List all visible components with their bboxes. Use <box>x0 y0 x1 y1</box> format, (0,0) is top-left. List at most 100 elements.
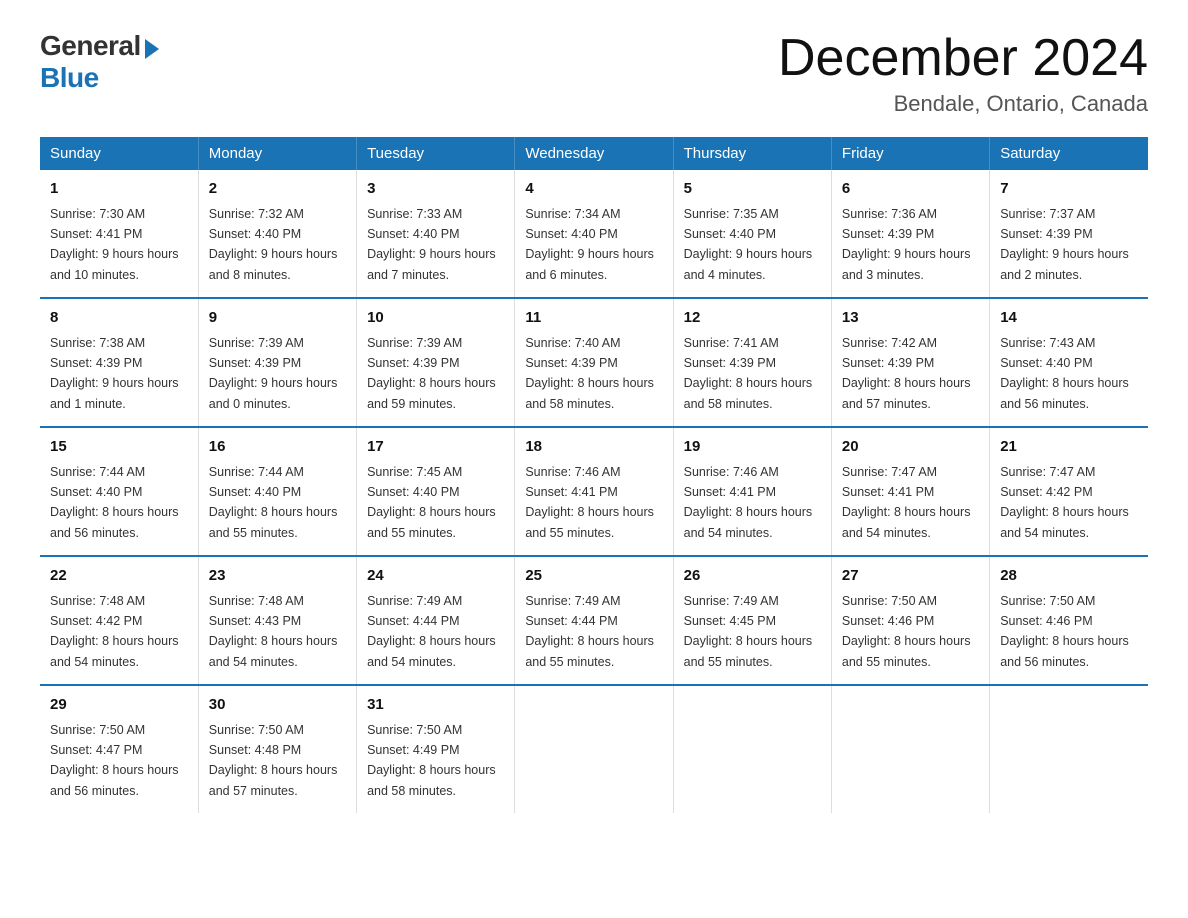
day-info: Sunrise: 7:38 AMSunset: 4:39 PMDaylight:… <box>50 336 179 411</box>
day-number: 23 <box>209 565 346 588</box>
day-number: 19 <box>684 436 821 459</box>
day-info: Sunrise: 7:46 AMSunset: 4:41 PMDaylight:… <box>684 465 813 540</box>
calendar-cell: 13 Sunrise: 7:42 AMSunset: 4:39 PMDaylig… <box>831 298 989 427</box>
day-number: 30 <box>209 694 346 717</box>
day-number: 20 <box>842 436 979 459</box>
day-info: Sunrise: 7:43 AMSunset: 4:40 PMDaylight:… <box>1000 336 1129 411</box>
day-info: Sunrise: 7:40 AMSunset: 4:39 PMDaylight:… <box>525 336 654 411</box>
day-number: 4 <box>525 178 662 201</box>
calendar-cell: 15 Sunrise: 7:44 AMSunset: 4:40 PMDaylig… <box>40 427 198 556</box>
day-info: Sunrise: 7:46 AMSunset: 4:41 PMDaylight:… <box>525 465 654 540</box>
calendar-cell: 21 Sunrise: 7:47 AMSunset: 4:42 PMDaylig… <box>990 427 1148 556</box>
day-number: 7 <box>1000 178 1138 201</box>
day-info: Sunrise: 7:35 AMSunset: 4:40 PMDaylight:… <box>684 207 813 282</box>
day-info: Sunrise: 7:50 AMSunset: 4:49 PMDaylight:… <box>367 723 496 798</box>
calendar-cell: 22 Sunrise: 7:48 AMSunset: 4:42 PMDaylig… <box>40 556 198 685</box>
day-info: Sunrise: 7:50 AMSunset: 4:48 PMDaylight:… <box>209 723 338 798</box>
day-number: 29 <box>50 694 188 717</box>
location-text: Bendale, Ontario, Canada <box>778 91 1148 117</box>
calendar-cell: 14 Sunrise: 7:43 AMSunset: 4:40 PMDaylig… <box>990 298 1148 427</box>
calendar-cell <box>990 685 1148 813</box>
calendar-cell: 3 Sunrise: 7:33 AMSunset: 4:40 PMDayligh… <box>357 170 515 298</box>
logo: General Blue <box>40 30 159 94</box>
day-info: Sunrise: 7:44 AMSunset: 4:40 PMDaylight:… <box>50 465 179 540</box>
day-info: Sunrise: 7:49 AMSunset: 4:45 PMDaylight:… <box>684 594 813 669</box>
day-info: Sunrise: 7:45 AMSunset: 4:40 PMDaylight:… <box>367 465 496 540</box>
calendar-cell: 6 Sunrise: 7:36 AMSunset: 4:39 PMDayligh… <box>831 170 989 298</box>
calendar-cell <box>515 685 673 813</box>
day-info: Sunrise: 7:47 AMSunset: 4:41 PMDaylight:… <box>842 465 971 540</box>
day-number: 8 <box>50 307 188 330</box>
logo-general-text: General <box>40 30 141 62</box>
day-number: 31 <box>367 694 504 717</box>
day-info: Sunrise: 7:49 AMSunset: 4:44 PMDaylight:… <box>525 594 654 669</box>
calendar-cell: 17 Sunrise: 7:45 AMSunset: 4:40 PMDaylig… <box>357 427 515 556</box>
logo-arrow-icon <box>145 39 159 59</box>
day-number: 6 <box>842 178 979 201</box>
calendar-cell: 29 Sunrise: 7:50 AMSunset: 4:47 PMDaylig… <box>40 685 198 813</box>
col-thursday: Thursday <box>673 137 831 170</box>
day-info: Sunrise: 7:44 AMSunset: 4:40 PMDaylight:… <box>209 465 338 540</box>
calendar-cell: 23 Sunrise: 7:48 AMSunset: 4:43 PMDaylig… <box>198 556 356 685</box>
day-number: 22 <box>50 565 188 588</box>
calendar-cell: 10 Sunrise: 7:39 AMSunset: 4:39 PMDaylig… <box>357 298 515 427</box>
calendar-cell: 5 Sunrise: 7:35 AMSunset: 4:40 PMDayligh… <box>673 170 831 298</box>
day-info: Sunrise: 7:50 AMSunset: 4:47 PMDaylight:… <box>50 723 179 798</box>
day-info: Sunrise: 7:47 AMSunset: 4:42 PMDaylight:… <box>1000 465 1129 540</box>
day-info: Sunrise: 7:36 AMSunset: 4:39 PMDaylight:… <box>842 207 971 282</box>
col-monday: Monday <box>198 137 356 170</box>
calendar-cell <box>673 685 831 813</box>
calendar-cell: 27 Sunrise: 7:50 AMSunset: 4:46 PMDaylig… <box>831 556 989 685</box>
day-number: 10 <box>367 307 504 330</box>
day-info: Sunrise: 7:34 AMSunset: 4:40 PMDaylight:… <box>525 207 654 282</box>
calendar-cell: 24 Sunrise: 7:49 AMSunset: 4:44 PMDaylig… <box>357 556 515 685</box>
day-number: 13 <box>842 307 979 330</box>
day-number: 17 <box>367 436 504 459</box>
day-number: 5 <box>684 178 821 201</box>
calendar-week-row: 1 Sunrise: 7:30 AMSunset: 4:41 PMDayligh… <box>40 170 1148 298</box>
calendar-cell: 19 Sunrise: 7:46 AMSunset: 4:41 PMDaylig… <box>673 427 831 556</box>
day-info: Sunrise: 7:33 AMSunset: 4:40 PMDaylight:… <box>367 207 496 282</box>
day-number: 12 <box>684 307 821 330</box>
calendar-cell: 11 Sunrise: 7:40 AMSunset: 4:39 PMDaylig… <box>515 298 673 427</box>
day-number: 15 <box>50 436 188 459</box>
day-info: Sunrise: 7:30 AMSunset: 4:41 PMDaylight:… <box>50 207 179 282</box>
day-info: Sunrise: 7:32 AMSunset: 4:40 PMDaylight:… <box>209 207 338 282</box>
day-info: Sunrise: 7:48 AMSunset: 4:42 PMDaylight:… <box>50 594 179 669</box>
logo-blue-text: Blue <box>40 62 99 94</box>
month-title: December 2024 <box>778 30 1148 87</box>
col-tuesday: Tuesday <box>357 137 515 170</box>
day-number: 24 <box>367 565 504 588</box>
day-info: Sunrise: 7:41 AMSunset: 4:39 PMDaylight:… <box>684 336 813 411</box>
calendar-cell <box>831 685 989 813</box>
calendar-week-row: 29 Sunrise: 7:50 AMSunset: 4:47 PMDaylig… <box>40 685 1148 813</box>
day-info: Sunrise: 7:50 AMSunset: 4:46 PMDaylight:… <box>842 594 971 669</box>
calendar-week-row: 15 Sunrise: 7:44 AMSunset: 4:40 PMDaylig… <box>40 427 1148 556</box>
calendar-cell: 2 Sunrise: 7:32 AMSunset: 4:40 PMDayligh… <box>198 170 356 298</box>
day-info: Sunrise: 7:49 AMSunset: 4:44 PMDaylight:… <box>367 594 496 669</box>
col-saturday: Saturday <box>990 137 1148 170</box>
calendar-header-row: Sunday Monday Tuesday Wednesday Thursday… <box>40 137 1148 170</box>
calendar-week-row: 22 Sunrise: 7:48 AMSunset: 4:42 PMDaylig… <box>40 556 1148 685</box>
calendar-cell: 8 Sunrise: 7:38 AMSunset: 4:39 PMDayligh… <box>40 298 198 427</box>
day-number: 14 <box>1000 307 1138 330</box>
day-info: Sunrise: 7:48 AMSunset: 4:43 PMDaylight:… <box>209 594 338 669</box>
calendar-cell: 9 Sunrise: 7:39 AMSunset: 4:39 PMDayligh… <box>198 298 356 427</box>
calendar-cell: 20 Sunrise: 7:47 AMSunset: 4:41 PMDaylig… <box>831 427 989 556</box>
calendar-cell: 12 Sunrise: 7:41 AMSunset: 4:39 PMDaylig… <box>673 298 831 427</box>
calendar-cell: 26 Sunrise: 7:49 AMSunset: 4:45 PMDaylig… <box>673 556 831 685</box>
day-number: 21 <box>1000 436 1138 459</box>
day-info: Sunrise: 7:42 AMSunset: 4:39 PMDaylight:… <box>842 336 971 411</box>
day-number: 16 <box>209 436 346 459</box>
col-friday: Friday <box>831 137 989 170</box>
calendar-cell: 30 Sunrise: 7:50 AMSunset: 4:48 PMDaylig… <box>198 685 356 813</box>
day-number: 25 <box>525 565 662 588</box>
calendar-cell: 7 Sunrise: 7:37 AMSunset: 4:39 PMDayligh… <box>990 170 1148 298</box>
day-number: 28 <box>1000 565 1138 588</box>
calendar-cell: 25 Sunrise: 7:49 AMSunset: 4:44 PMDaylig… <box>515 556 673 685</box>
day-info: Sunrise: 7:37 AMSunset: 4:39 PMDaylight:… <box>1000 207 1129 282</box>
calendar-cell: 28 Sunrise: 7:50 AMSunset: 4:46 PMDaylig… <box>990 556 1148 685</box>
col-wednesday: Wednesday <box>515 137 673 170</box>
day-number: 2 <box>209 178 346 201</box>
col-sunday: Sunday <box>40 137 198 170</box>
